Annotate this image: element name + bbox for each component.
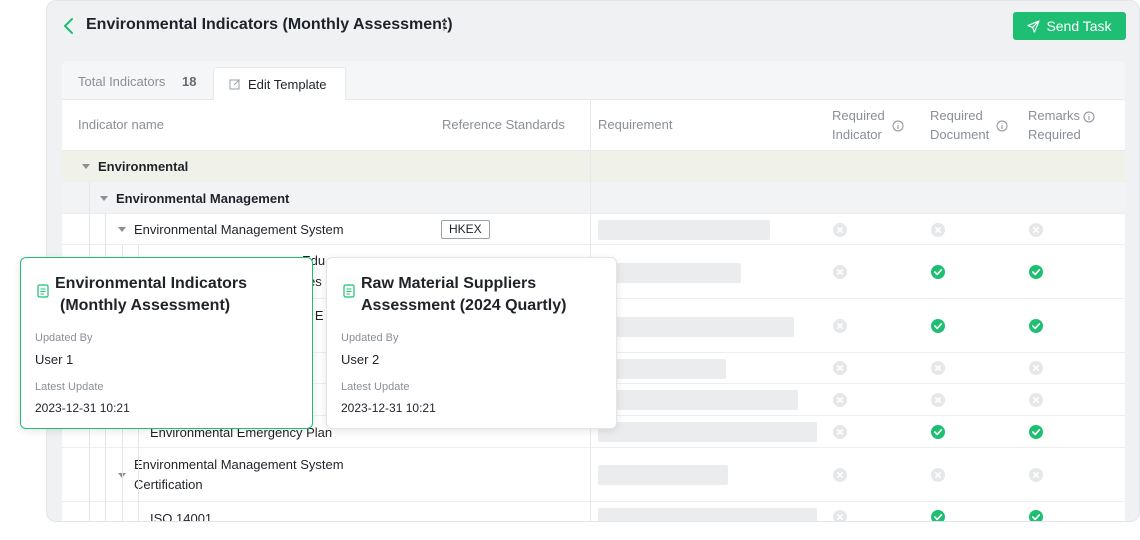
table-header: Indicator name Reference Standards Requi… xyxy=(62,100,1125,151)
col-required-document: Required Document xyxy=(930,100,1008,151)
col-indicator-name: Indicator name xyxy=(78,117,164,133)
caret-down-icon[interactable] xyxy=(118,227,126,232)
panel-toolbar: Total Indicators 18 Edit Template xyxy=(62,61,1125,100)
edit-template-label: Edit Template xyxy=(248,76,327,92)
latest-update-label: Latest Update xyxy=(341,381,410,393)
updated-by-value: User 1 xyxy=(35,352,74,367)
requirement-placeholder xyxy=(598,390,798,410)
requirement-placeholder xyxy=(598,317,794,337)
row-name-line2: Certification xyxy=(134,477,203,492)
chevron-left-icon[interactable] xyxy=(61,15,77,37)
row-name: Environmental Management System xyxy=(134,222,344,237)
total-indicators-count: 18 xyxy=(182,74,197,89)
col-remarks-required-line2: Required xyxy=(1028,126,1081,142)
table-row[interactable]: ISO 14001 xyxy=(62,502,1125,522)
caret-down-icon[interactable] xyxy=(100,195,108,201)
requirement-placeholder xyxy=(598,359,726,379)
latest-update-label: Latest Update xyxy=(35,381,104,393)
col-requirement: Requirement xyxy=(598,117,673,133)
info-icon[interactable] xyxy=(892,120,904,132)
card-title: Environmental Indicators (Monthly Assessm… xyxy=(55,273,247,317)
row-label: Environmental Management System Certifica… xyxy=(118,448,344,502)
caret-down-icon[interactable] xyxy=(82,164,90,169)
total-indicators-label: Total Indicators xyxy=(78,74,166,89)
page-title: Environmental Indicators (Monthly Assess… xyxy=(86,16,453,33)
table-row[interactable]: Environmental Management xyxy=(62,182,1125,214)
document-icon xyxy=(37,284,49,298)
card-title: Raw Material Suppliers Assessment (2024 Q… xyxy=(361,273,566,317)
card-title-line2: Assessment (2024 Quartly) xyxy=(361,297,567,314)
col-required-indicator-line1: Required xyxy=(832,107,885,123)
template-card-selected[interactable]: Environmental Indicators (Monthly Assessm… xyxy=(20,257,313,429)
requirement-placeholder xyxy=(598,465,728,485)
col-required-document-line1: Required xyxy=(930,107,983,123)
standard-tag: HKEX xyxy=(441,220,490,239)
info-icon[interactable] xyxy=(1083,111,1095,123)
send-task-label: Send Task xyxy=(1046,18,1112,34)
requirement-placeholder xyxy=(598,220,770,240)
row-name: ISO 14001 xyxy=(150,510,213,522)
col-remarks-required-line1: Remarks xyxy=(1028,107,1081,123)
latest-update-value: 2023-12-31 10:21 xyxy=(341,401,436,415)
col-required-document-line2: Document xyxy=(930,126,990,142)
row-name: Environmental Management xyxy=(116,190,290,206)
info-icon[interactable] xyxy=(996,120,1008,132)
requirement-placeholder xyxy=(598,422,817,442)
requirement-placeholder xyxy=(598,263,741,283)
header: Environmental Indicators (Monthly Assess… xyxy=(47,1,1139,51)
row-label: Environmental Management System xyxy=(118,214,344,245)
row-name-line1: Environmental Management System xyxy=(134,457,344,472)
document-icon xyxy=(343,284,355,298)
updated-by-label: Updated By xyxy=(341,332,399,344)
col-required-indicator: Required Indicator xyxy=(832,100,904,151)
col-reference-standards: Reference Standards xyxy=(442,117,565,133)
row-name: Environmental Management System Certifica… xyxy=(134,455,344,495)
updated-by-label: Updated By xyxy=(35,332,93,344)
card-title-line1: Environmental Indicators xyxy=(55,275,248,292)
edit-template-button[interactable]: Edit Template xyxy=(213,67,346,100)
more-vertical-icon[interactable] xyxy=(440,17,448,35)
paper-plane-icon xyxy=(1027,19,1041,33)
requirement-placeholder xyxy=(598,508,817,521)
send-task-button[interactable]: Send Task xyxy=(1013,12,1126,40)
latest-update-value: 2023-12-31 10:21 xyxy=(35,401,130,415)
row-label: Environmental Management xyxy=(100,182,289,214)
table-row[interactable]: Environmental Management System HKEX xyxy=(62,214,1125,245)
updated-by-value: User 2 xyxy=(341,352,380,367)
edit-icon xyxy=(229,79,240,90)
card-title-line1: Raw Material Suppliers xyxy=(361,275,537,292)
col-remarks-required: Remarks Required xyxy=(1028,100,1095,151)
template-card[interactable]: Raw Material Suppliers Assessment (2024 Q… xyxy=(326,257,617,429)
col-required-indicator-line2: Indicator xyxy=(832,126,882,142)
card-title-line2: (Monthly Assessment) xyxy=(60,297,231,314)
table-row[interactable]: Environmental xyxy=(62,151,1125,182)
table-row[interactable]: Environmental Management System Certifica… xyxy=(62,448,1125,502)
row-name: Environmental xyxy=(98,159,189,174)
row-label: Environmental xyxy=(82,151,188,182)
